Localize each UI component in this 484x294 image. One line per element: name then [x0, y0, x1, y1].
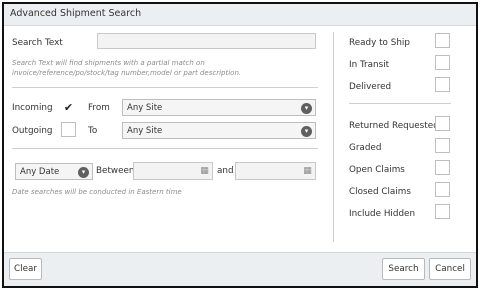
filter-graded-label: Graded [349, 143, 382, 153]
filter-graded-checkbox[interactable] [435, 138, 450, 153]
divider [349, 103, 451, 104]
outgoing-checkbox[interactable] [61, 122, 76, 137]
calendar-icon[interactable]: ▦ [199, 166, 210, 176]
search-text-input[interactable] [97, 33, 316, 49]
to-label: To [88, 126, 98, 136]
between-label: Between [96, 166, 135, 176]
filter-in-transit-checkbox[interactable] [435, 55, 450, 70]
filter-closed-claims-label: Closed Claims [349, 187, 411, 197]
timezone-note: Date searches will be conducted in Easte… [12, 188, 182, 196]
search-button[interactable]: Search [382, 258, 425, 280]
chevron-down-icon: ▾ [78, 167, 89, 178]
to-site-select[interactable]: Any Site ▾ [122, 122, 316, 139]
check-icon: ✔ [63, 101, 74, 114]
clear-button[interactable]: Clear [9, 258, 42, 280]
filter-in-transit-label: In Transit [349, 60, 390, 70]
column-divider [333, 32, 334, 242]
filter-returned-requested-label: Returned Requested [349, 121, 439, 131]
dialog-title: Advanced Shipment Search [4, 4, 476, 26]
from-site-value: Any Site [127, 103, 163, 113]
filter-closed-claims-checkbox[interactable] [435, 182, 450, 197]
outgoing-label: Outgoing [12, 126, 53, 136]
dialog-footer: Clear Search Cancel [4, 252, 476, 286]
filter-include-hidden-label: Include Hidden [349, 209, 416, 219]
filter-ready-to-ship-checkbox[interactable] [435, 33, 450, 48]
and-label: and [217, 166, 234, 176]
filter-open-claims-label: Open Claims [349, 165, 405, 175]
search-text-label: Search Text [12, 38, 63, 48]
chevron-down-icon: ▾ [301, 103, 312, 114]
divider [12, 148, 318, 149]
divider [12, 87, 318, 88]
incoming-label: Incoming [12, 103, 53, 113]
filter-delivered-label: Delivered [349, 82, 392, 92]
filter-open-claims-checkbox[interactable] [435, 160, 450, 175]
cancel-button[interactable]: Cancel [429, 258, 471, 280]
date-range-value: Any Date [20, 167, 60, 177]
from-site-select[interactable]: Any Site ▾ [122, 99, 316, 116]
filter-include-hidden-checkbox[interactable] [435, 204, 450, 219]
calendar-icon[interactable]: ▦ [302, 166, 313, 176]
to-site-value: Any Site [127, 126, 163, 136]
start-date-input[interactable]: ▦ [133, 162, 213, 180]
search-help-text: Search Text will find shipments with a p… [12, 59, 242, 77]
filter-delivered-checkbox[interactable] [435, 77, 450, 92]
chevron-down-icon: ▾ [301, 126, 312, 137]
end-date-input[interactable]: ▦ [235, 162, 316, 180]
filter-ready-to-ship-label: Ready to Ship [349, 38, 410, 48]
from-label: From [88, 103, 110, 113]
date-range-select[interactable]: Any Date ▾ [15, 163, 93, 180]
incoming-checkbox[interactable]: ✔ [61, 100, 76, 115]
filter-returned-requested-checkbox[interactable] [435, 116, 450, 131]
advanced-search-dialog: Advanced Shipment Search Search Text Sea… [2, 2, 478, 288]
